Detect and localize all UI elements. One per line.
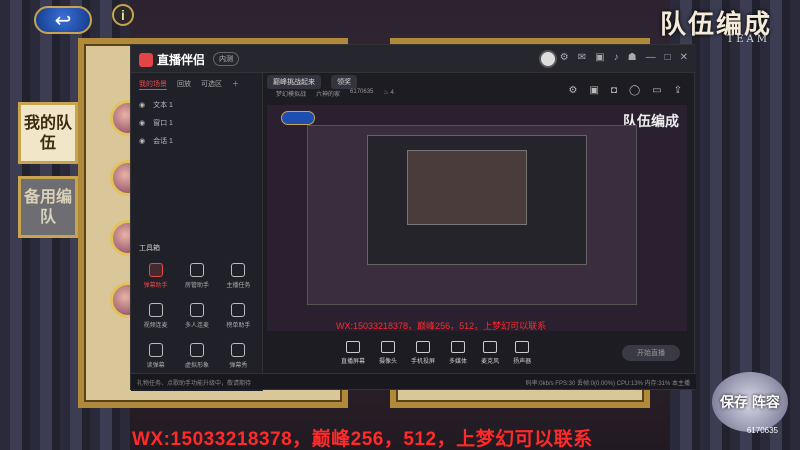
room-actions: ⚙ ▣ ◘ ◯ ▭ ⇪ [568,85,682,96]
video-link-icon [148,303,163,317]
source-camera-button[interactable]: 摄像头 [379,341,397,365]
toolbox-grid: 弹幕助手 房管助手 主播任务 视频连麦 多人连麦 榜单助手 读弹幕 虚拟形象 弹… [135,263,259,369]
live-preview[interactable]: 队伍编成 [267,105,687,331]
close-icon[interactable]: ✕ [680,52,688,63]
danmaku-icon [148,263,163,277]
scene-item[interactable]: ◉ 文本 1 [131,96,262,114]
tab-my-team[interactable]: 我的队伍 [18,102,78,164]
preview-recursive-frame [407,150,527,225]
status-bar: 礼物任务、点歌助手功能升级中，敬请期待 码率:0kb/s FPS:30 丢帧:0… [131,373,696,389]
source-media-button[interactable]: 多媒体 [449,341,467,365]
watermark-text-small: WX:15033218378，巅峰256，512，上梦幻可以联系 [336,321,547,331]
room-label: 六神的家 [316,92,341,98]
notice-text: 礼物任务、点歌助手功能升级中，敬请期待 [137,381,252,387]
microphone-icon [483,341,498,353]
monitor-icon [346,341,360,353]
admin-icon [189,263,204,277]
eye-icon[interactable]: ◉ [139,101,145,109]
tv-icon [231,343,246,357]
tab-my-scenes[interactable]: 我的场景 [139,79,167,90]
phone-icon [416,341,431,353]
bell-icon[interactable]: ♪ [614,52,619,63]
share-icon[interactable]: ⇪ [674,85,682,96]
eye-icon[interactable]: ◉ [139,137,145,145]
multi-link-icon [189,303,204,317]
window-icons: ⚙ ✉ ▣ ♪ ☗ — □ ✕ [560,52,688,63]
maximize-icon[interactable]: □ [665,52,671,63]
tool-read-danmaku[interactable]: 读弹幕 [135,343,176,369]
scene-item[interactable]: ◉ 会话 1 [131,132,262,150]
beta-badge[interactable]: 内测 [213,52,239,66]
room-info: 梦幻模拟战 六神的家 6170635 ♨ 4 [276,89,394,98]
tab-replay[interactable]: 回放 [177,79,191,90]
corner-number: 6170635 [746,426,778,435]
rank-icon [231,303,246,317]
tool-multi-link[interactable]: 多人连麦 [176,303,217,329]
title-bar: 直播伴侣 内测 ⚙ ✉ ▣ ♪ ☗ — □ ✕ [131,45,696,73]
room-tabs: 巅峰挑战起来 领奖 [267,75,357,89]
fans-count: ♨ 4 [383,90,394,96]
info-button[interactable]: i [112,4,134,26]
shirt-icon[interactable]: ☗ [628,52,637,63]
speaker-button[interactable]: 扬声器 [513,341,531,365]
tool-danmaku-show[interactable]: 弹幕秀 [218,343,259,369]
left-panel: 我的场景 回放 可选区 ＋ ◉ 文本 1 ◉ 窗口 1 ◉ 会话 1 工具箱 弹幕助手… [131,73,263,391]
team-subtitle: TEAM [726,34,770,45]
gear-icon[interactable]: ⚙ [560,52,569,63]
start-live-button[interactable]: 开始直播 [622,345,680,361]
tab-room-reward[interactable]: 领奖 [331,75,357,89]
lock-icon[interactable]: ▣ [595,52,604,63]
watermark-text-large: WX:15033218378，巅峰256，512，上梦幻可以联系 [132,429,593,450]
app-logo: 直播伴侣 [139,51,205,68]
chat-icon[interactable]: ▭ [652,85,661,96]
tool-room-admin[interactable]: 房管助手 [176,263,217,289]
app-name: 直播伴侣 [157,53,206,67]
eye-icon[interactable]: ◉ [139,119,145,127]
screen: ↩ i 队伍编成 TEAM 我的队伍 备用编队 直播伴侣 内测 ⚙ ✉ ▣ ♪ … [0,0,800,450]
stats-text: 码率:0kb/s FPS:30 丢帧:0(0.00%) CPU:13% 内存:3… [525,381,690,387]
preview-back-button [281,111,315,125]
toolbox-title: 工具箱 [139,245,160,252]
tab-backup-team[interactable]: 备用编队 [18,176,78,238]
read-icon [148,343,163,357]
add-scene-icon[interactable]: ＋ [232,79,239,90]
camera-icon [381,341,396,353]
tab-room-challenge[interactable]: 巅峰挑战起来 [267,75,321,89]
lock-icon[interactable]: ◘ [611,85,617,96]
tool-virtual-avatar[interactable]: 虚拟形象 [176,343,217,369]
user-avatar-icon[interactable] [539,50,557,68]
settings-icon[interactable]: ⚙ [568,85,577,96]
scene-item[interactable]: ◉ 窗口 1 [131,114,262,132]
tool-video-link[interactable]: 视频连麦 [135,303,176,329]
speaker-icon [515,341,530,353]
microphone-button[interactable]: 麦克风 [481,341,499,365]
info-icon: i [121,7,125,23]
task-icon [231,263,246,277]
logo-icon [139,52,153,67]
room-name[interactable]: 梦幻模拟战 [276,89,306,98]
minimize-icon[interactable]: — [646,52,656,63]
save-lineup-logo[interactable]: 保存 阵容 [712,372,788,432]
source-toolbar: 直播屏幕 摄像头 手机投屏 多媒体 麦克风 扬声器 [341,341,531,365]
live-companion-window: 直播伴侣 内测 ⚙ ✉ ▣ ♪ ☗ — □ ✕ 我的场景 回放 可选区 ＋ ◉ 文… [130,44,696,391]
tab-optional[interactable]: 可选区 [201,79,222,90]
source-phone-button[interactable]: 手机投屏 [411,341,435,365]
tool-host-tasks[interactable]: 主播任务 [218,263,259,289]
back-button[interactable]: ↩ [34,6,92,34]
message-icon[interactable]: ✉ [578,52,586,63]
play-icon [451,341,466,353]
tool-danmaku-assistant[interactable]: 弹幕助手 [135,263,176,289]
scene-tabs: 我的场景 回放 可选区 ＋ [131,73,262,96]
lock-icon[interactable]: ▣ [589,85,598,96]
room-id: 6170635 [350,89,374,95]
avatar-icon [189,343,204,357]
source-screen-button[interactable]: 直播屏幕 [341,341,365,365]
bell-icon[interactable]: ◯ [629,85,640,96]
back-arrow-icon: ↩ [54,9,72,32]
tool-rank-assistant[interactable]: 榜单助手 [218,303,259,329]
